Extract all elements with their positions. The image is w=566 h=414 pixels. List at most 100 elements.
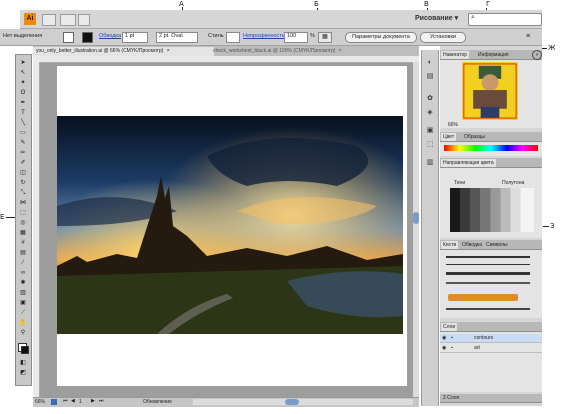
fill-swatch[interactable] [63,32,74,43]
layer-row[interactable]: ◉ ▪ art [440,344,542,353]
preferences-button[interactable]: Установки [420,32,466,43]
color-panel-icon[interactable]: ◐ [425,58,435,67]
brush-row[interactable] [446,264,530,265]
layer-row[interactable]: ◉ ▪ contours [440,334,542,343]
free-transform-tool-icon[interactable]: ⬚ [18,209,28,217]
recolor-icon[interactable]: ▦ [318,32,332,43]
scroll-thumb[interactable] [413,212,419,224]
blob-brush-tool-icon[interactable]: ✐ [18,159,28,167]
layer-name[interactable]: art [474,344,480,352]
artboard-tool-icon[interactable]: ▣ [18,299,28,307]
next-artboard-icon[interactable]: ▶ [91,398,95,404]
search-input[interactable]: ⌕ [468,13,542,26]
slice-tool-icon[interactable]: ⟋ [18,309,28,317]
first-artboard-icon[interactable]: ⏮ [63,398,68,404]
eyedropper-tool-icon[interactable]: ⁄ [18,259,28,267]
selection-tool-icon[interactable]: ➤ [18,59,28,67]
align-icon[interactable]: ▥ [425,158,435,167]
workspace-switcher[interactable]: Рисование ▾ [415,14,458,22]
horizontal-scrollbar[interactable] [193,399,413,405]
opacity-field[interactable]: 100 [284,32,308,43]
color-spectrum[interactable] [444,145,538,151]
appearance-icon[interactable]: ▣ [425,126,435,135]
line-tool-icon[interactable]: ╲ [18,119,28,127]
eye-icon[interactable]: ◉ [442,344,446,352]
layer-name[interactable]: contours [474,334,493,342]
stroke-swatch[interactable] [82,32,93,43]
status-text[interactable]: Обновление [143,399,172,405]
zoom-dropdown-icon[interactable] [51,399,57,405]
scale-tool-icon[interactable]: ⤡ [18,189,28,197]
type-tool-icon[interactable]: T [18,109,28,117]
brush-row[interactable] [446,308,530,310]
tab-swatches[interactable]: Образцы [462,133,487,141]
mesh-tool-icon[interactable]: # [18,239,28,247]
close-icon[interactable]: × [339,48,342,54]
tab-navigator[interactable]: Навигатор [441,51,470,59]
navigator-thumbnail[interactable] [462,62,518,120]
vertical-scrollbar[interactable] [413,62,419,397]
rotate-tool-icon[interactable]: ↻ [18,179,28,187]
symbol-sprayer-tool-icon[interactable]: ✺ [18,279,28,287]
prev-artboard-icon[interactable]: ◀ [71,398,75,404]
gradient-tool-icon[interactable]: ▤ [18,249,28,257]
pencil-tool-icon[interactable]: ✏ [18,149,28,157]
color-guide-swatch-grid[interactable] [450,188,534,232]
illustration-artwork[interactable] [57,116,403,334]
panel-collapse-icon[interactable]: » [532,50,542,60]
transform-icon[interactable]: ⬚ [425,140,435,149]
blend-tool-icon[interactable]: ∞ [18,269,28,277]
pen-tool-icon[interactable]: ✒ [18,99,28,107]
fill-stroke-icon[interactable] [18,343,29,354]
tab-stroke[interactable]: Обводка [460,241,484,249]
symbols-icon[interactable]: ✿ [425,94,435,103]
magic-wand-tool-icon[interactable]: ✦ [18,79,28,87]
lock-icon[interactable]: ▪ [451,334,453,342]
tab-document-1[interactable]: you_only_better_illustration.ai @ 66% (C… [33,47,214,56]
hand-tool-icon[interactable]: ✋ [18,319,28,327]
brush-definition-field[interactable]: 2 pt. Oval [156,32,198,43]
shape-builder-tool-icon[interactable]: ◎ [18,219,28,227]
paintbrush-tool-icon[interactable]: ✎ [18,139,28,147]
stroke-label[interactable]: Обводка [99,33,121,39]
lock-icon[interactable]: ▪ [451,344,453,352]
arrange-docs-menu-button[interactable] [78,14,90,26]
width-tool-icon[interactable]: ⋈ [18,199,28,207]
graphic-styles-icon[interactable]: ◈ [425,108,435,117]
zoom-tool-icon[interactable]: ⚲ [18,329,28,337]
arrange-docs-button[interactable] [60,14,76,26]
tab-document-2[interactable]: check_worksheet_black.ai @ 100% (CMYK/Пр… [210,47,366,56]
color-mode-icon[interactable]: ◧ [18,359,28,367]
tab-symbols[interactable]: Символы [484,241,510,249]
brush-row[interactable] [446,282,530,284]
bridge-button[interactable] [42,14,56,26]
tab-info[interactable]: Информация [476,51,511,59]
ribbon-brush[interactable] [448,294,518,301]
document-setup-button[interactable]: Параметры документа [345,32,417,43]
navigator-zoom[interactable]: 66% [448,122,458,128]
tab-layers[interactable]: Слои [441,323,458,331]
close-icon[interactable]: × [167,48,170,54]
tab-color[interactable]: Цвет [441,133,457,141]
opacity-label[interactable]: Непрозрачность [243,33,285,39]
last-artboard-icon[interactable]: ⏭ [99,398,104,404]
eraser-tool-icon[interactable]: ◫ [18,169,28,177]
brush-row[interactable] [446,272,530,275]
brush-row[interactable] [446,256,530,258]
lasso-tool-icon[interactable]: ʘ [18,89,28,97]
swatch-icon[interactable]: ▤ [425,72,435,81]
tab-brushes[interactable]: Кисти [441,241,459,249]
tab-color-guide[interactable]: Направляющая цвета [441,159,496,167]
style-picker[interactable] [226,32,240,43]
h-scroll-thumb[interactable] [285,399,299,405]
zoom-level[interactable]: 66% [35,399,45,405]
stroke-weight-field[interactable]: 1 pt [122,32,148,43]
rectangle-tool-icon[interactable]: ▭ [18,129,28,137]
direct-selection-tool-icon[interactable]: ↖ [18,69,28,77]
eye-icon[interactable]: ◉ [442,334,446,342]
panel-menu-icon[interactable]: ≡ [526,32,536,41]
perspective-grid-tool-icon[interactable]: ▦ [18,229,28,237]
artboard-number[interactable]: 1 [79,399,82,405]
drawing-mode-icon[interactable]: ◩ [18,369,28,377]
column-graph-tool-icon[interactable]: ▥ [18,289,28,297]
